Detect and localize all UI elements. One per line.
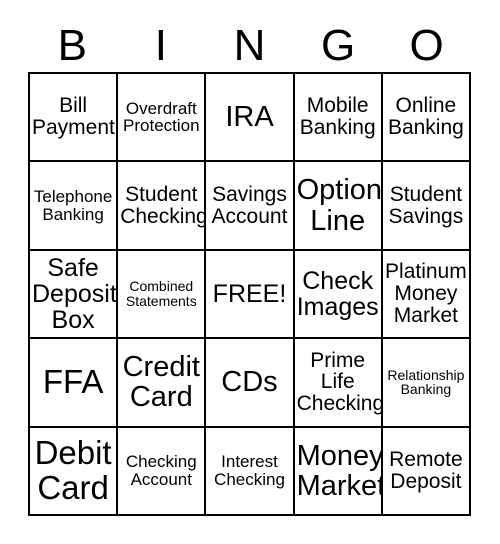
bingo-cell[interactable]: Prime Life Checking xyxy=(294,339,383,428)
bingo-cell-label: Savings Account xyxy=(211,182,288,228)
bingo-cell-label: Relationship Banking xyxy=(387,366,465,398)
bingo-cell[interactable]: CDs xyxy=(206,339,295,428)
bingo-cell-label: Remote Deposit xyxy=(389,447,463,493)
bingo-cell-label: Option Line xyxy=(296,174,383,237)
bingo-header-letter: B xyxy=(57,21,87,70)
bingo-cell[interactable]: Safe Deposit Box xyxy=(30,250,119,340)
bingo-card: B I N G O Bill Payment Overdraft Protection IR… xyxy=(0,0,500,544)
bingo-cell[interactable]: Combined Statements xyxy=(118,250,207,340)
bingo-cell-label: Credit Card xyxy=(122,351,200,414)
bingo-cell[interactable]: Credit Card xyxy=(118,339,207,428)
bingo-cell[interactable]: Telephone Banking xyxy=(30,162,119,251)
bingo-cell-label: Student Savings xyxy=(388,182,464,228)
bingo-cell[interactable]: Bill Payment xyxy=(30,74,119,163)
bingo-header-letter: G xyxy=(320,21,356,70)
bingo-cell-label: Safe Deposit Box xyxy=(32,253,117,334)
bingo-header-letter: O xyxy=(409,21,444,70)
bingo-cell[interactable]: FFA xyxy=(30,339,119,428)
bingo-cell[interactable]: Debit Card xyxy=(30,427,119,516)
bingo-header-row: BINGO xyxy=(28,20,471,72)
bingo-cell[interactable]: Interest Checking xyxy=(206,427,295,516)
bingo-cell[interactable]: Checking Account xyxy=(118,427,207,516)
bingo-cell-label: FFA xyxy=(42,363,104,401)
bingo-cell[interactable]: Online Banking xyxy=(382,74,471,163)
bingo-cell[interactable]: Money Market xyxy=(294,427,383,516)
bingo-cell[interactable]: Student Checking xyxy=(118,162,207,251)
bingo-cell-label: Interest Checking xyxy=(214,452,285,489)
bingo-cell[interactable]: Remote Deposit xyxy=(382,427,471,516)
bingo-cell[interactable]: Check Images xyxy=(294,250,383,340)
bingo-cell[interactable]: Relationship Banking xyxy=(382,339,471,428)
bingo-cell-label: Student Checking xyxy=(120,182,207,228)
bingo-cell[interactable]: IRA xyxy=(206,74,295,163)
bingo-grid: Bill Payment Overdraft Protection IRA Mobil… xyxy=(28,72,471,516)
bingo-cell-label: Prime Life Checking xyxy=(296,348,383,416)
bingo-cell-label: IRA xyxy=(225,101,274,134)
bingo-cell-label: FREE! xyxy=(212,279,287,308)
bingo-cell[interactable]: Student Savings xyxy=(382,162,471,251)
bingo-cell[interactable]: Platinum Money Market xyxy=(382,250,471,340)
bingo-cell-label: Check Images xyxy=(296,266,379,321)
bingo-cell[interactable]: Option Line xyxy=(294,162,383,251)
bingo-header-letter: I xyxy=(154,21,167,70)
bingo-cell-label: Overdraft Protection xyxy=(123,98,200,136)
bingo-cell[interactable]: FREE! xyxy=(206,250,295,340)
bingo-cell-label: Telephone Banking xyxy=(33,186,113,224)
bingo-cell-label: Online Banking xyxy=(387,94,464,140)
bingo-cell-label: Bill Payment xyxy=(32,94,115,140)
bingo-cell[interactable]: Savings Account xyxy=(206,162,295,251)
bingo-cell-label: Platinum Money Market xyxy=(385,260,467,327)
bingo-cell-label: Mobile Banking xyxy=(299,94,376,140)
bingo-cell-label: Money Market xyxy=(296,439,383,502)
bingo-cell-label: Checking Account xyxy=(125,452,197,489)
bingo-cell-label: CDs xyxy=(221,366,278,399)
bingo-cell-label: Debit Card xyxy=(34,434,112,506)
bingo-cell[interactable]: Mobile Banking xyxy=(294,74,383,163)
bingo-cell-label: Combined Statements xyxy=(125,278,197,309)
bingo-header-letter: N xyxy=(233,21,266,70)
bingo-cell[interactable]: Overdraft Protection xyxy=(118,74,207,163)
